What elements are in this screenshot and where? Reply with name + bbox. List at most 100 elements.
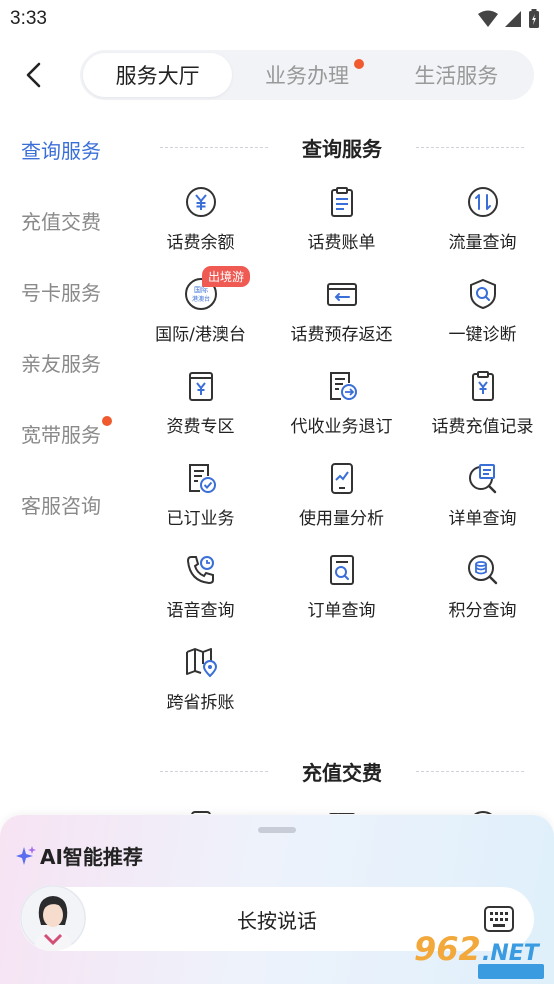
doc-check-icon [183, 460, 219, 496]
service-diagnosis[interactable]: 一键诊断 [412, 272, 553, 364]
signal-icon [505, 11, 521, 27]
sidebar-item-label: 查询服务 [21, 139, 101, 163]
yen-circle-icon [465, 808, 501, 814]
map-pin-icon [183, 644, 219, 680]
ai-title-text: AI智能推荐 [40, 845, 143, 869]
tab-life-service[interactable]: 生活服务 [382, 53, 531, 97]
service-label: 话费余额 [166, 233, 235, 253]
site-watermark: 962 .NET [412, 930, 548, 980]
sidebar-item-sim[interactable]: 号卡服务 [0, 256, 140, 327]
service-content: 查询服务 话费余额 话费账单 流量查询 出境游 国际 港澳台 国际/港澳台 话费… [130, 114, 554, 814]
tab-service-hall[interactable]: 服务大厅 [83, 53, 233, 97]
service-label: 已订业务 [166, 509, 235, 529]
sidebar-item-broadband[interactable]: 宽带服务 [0, 398, 140, 469]
yen-circle-icon [183, 184, 219, 220]
sidebar-item-family[interactable]: 亲友服务 [0, 327, 140, 398]
service-bill[interactable]: 话费账单 [271, 180, 412, 272]
sidebar-item-label: 亲友服务 [21, 352, 101, 376]
sidebar-item-label: 宽带服务 [21, 423, 101, 447]
shield-search-icon [465, 276, 501, 312]
cards-icon [324, 808, 360, 814]
phone-chart-icon [324, 460, 360, 496]
card-return-icon [324, 276, 360, 312]
section-title-text: 查询服务 [302, 136, 382, 161]
service-balance[interactable]: 话费余额 [130, 180, 271, 272]
ai-recommend-panel: AI智能推荐 长按说话 962 .NET [0, 815, 554, 984]
recharge-item-1[interactable] [130, 804, 271, 814]
service-prepaid-return[interactable]: 话费预存返还 [271, 272, 412, 364]
header: 服务大厅 业务办理 生活服务 [0, 44, 554, 106]
chevron-left-icon [26, 62, 41, 88]
phone-icon [183, 808, 219, 814]
divider [160, 771, 268, 772]
service-label: 使用量分析 [299, 509, 384, 529]
sidebar-item-label: 客服咨询 [21, 494, 101, 518]
service-international[interactable]: 出境游 国际 港澳台 国际/港澳台 [130, 266, 271, 364]
service-itemized-bill[interactable]: 详单查询 [412, 456, 553, 548]
divider [416, 147, 524, 148]
svg-text:.NET: .NET [482, 941, 541, 966]
status-time: 3:33 [10, 8, 47, 29]
section-title-text: 充值交费 [302, 760, 382, 785]
sidebar-item-label: 号卡服务 [21, 281, 101, 305]
clipboard-list-icon [324, 184, 360, 220]
back-button[interactable] [4, 45, 64, 105]
tab-label: 生活服务 [414, 64, 499, 88]
service-points[interactable]: 积分查询 [412, 548, 553, 640]
sidebar-item-label: 充值交费 [21, 210, 101, 234]
service-label: 代收业务退订 [290, 417, 393, 437]
status-bar: 3:33 [0, 0, 554, 38]
service-label: 资费专区 [166, 417, 235, 437]
sidebar-item-query[interactable]: 查询服务 [0, 114, 140, 185]
service-label: 一键诊断 [448, 325, 517, 345]
tariff-book-icon [183, 368, 219, 404]
tab-label: 业务办理 [264, 64, 349, 88]
wifi-icon [478, 10, 498, 27]
service-voice[interactable]: 语音查询 [130, 548, 271, 640]
battery-icon [529, 9, 539, 28]
service-usage-analysis[interactable]: 使用量分析 [271, 456, 412, 548]
service-label: 流量查询 [448, 233, 517, 253]
service-order[interactable]: 订单查询 [271, 548, 412, 640]
service-label: 订单查询 [307, 601, 376, 621]
service-data-usage[interactable]: 流量查询 [412, 180, 553, 272]
query-grid: 话费余额 话费账单 流量查询 出境游 国际 港澳台 国际/港澳台 话费预存返还 … [130, 180, 554, 732]
service-recharge-record[interactable]: 话费充值记录 [412, 364, 553, 456]
tab-business[interactable]: 业务办理 [232, 53, 381, 97]
notification-dot [353, 59, 364, 69]
sidebar-item-support[interactable]: 客服咨询 [0, 469, 140, 540]
section-title-query: 查询服务 [130, 114, 554, 180]
recharge-item-2[interactable] [271, 804, 412, 814]
outbound-travel-badge: 出境游 [202, 266, 251, 287]
service-subscribed[interactable]: 已订业务 [130, 456, 271, 548]
doc-arrow-icon [324, 368, 360, 404]
recharge-grid [130, 804, 554, 814]
sidebar: 查询服务 充值交费 号卡服务 亲友服务 宽带服务 客服咨询 [0, 114, 140, 540]
service-label: 详单查询 [448, 509, 517, 529]
data-arrows-icon [465, 184, 501, 220]
svg-text:962: 962 [414, 930, 481, 968]
order-search-icon [324, 552, 360, 588]
service-label: 话费充值记录 [431, 417, 534, 437]
divider [160, 147, 268, 148]
service-label: 话费预存返还 [290, 325, 393, 345]
points-search-icon [465, 552, 501, 588]
top-tabs: 服务大厅 业务办理 生活服务 [80, 50, 534, 100]
notification-dot [102, 416, 112, 426]
service-label: 国际/港澳台 [155, 325, 246, 345]
svg-text:港澳台: 港澳台 [191, 295, 209, 303]
sidebar-item-recharge[interactable]: 充值交费 [0, 185, 140, 256]
service-label: 语音查询 [166, 601, 235, 621]
recharge-record-icon [465, 368, 501, 404]
service-tariff[interactable]: 资费专区 [130, 364, 271, 456]
service-label: 话费账单 [307, 233, 376, 253]
phone-clock-icon [183, 552, 219, 588]
service-unsubscribe[interactable]: 代收业务退订 [271, 364, 412, 456]
service-label: 跨省拆账 [166, 693, 235, 713]
doc-search-icon [465, 460, 501, 496]
service-label: 积分查询 [448, 601, 517, 621]
service-cross-province[interactable]: 跨省拆账 [130, 640, 271, 732]
drag-handle[interactable] [258, 827, 296, 833]
divider [416, 771, 524, 772]
recharge-item-3[interactable] [412, 804, 553, 814]
